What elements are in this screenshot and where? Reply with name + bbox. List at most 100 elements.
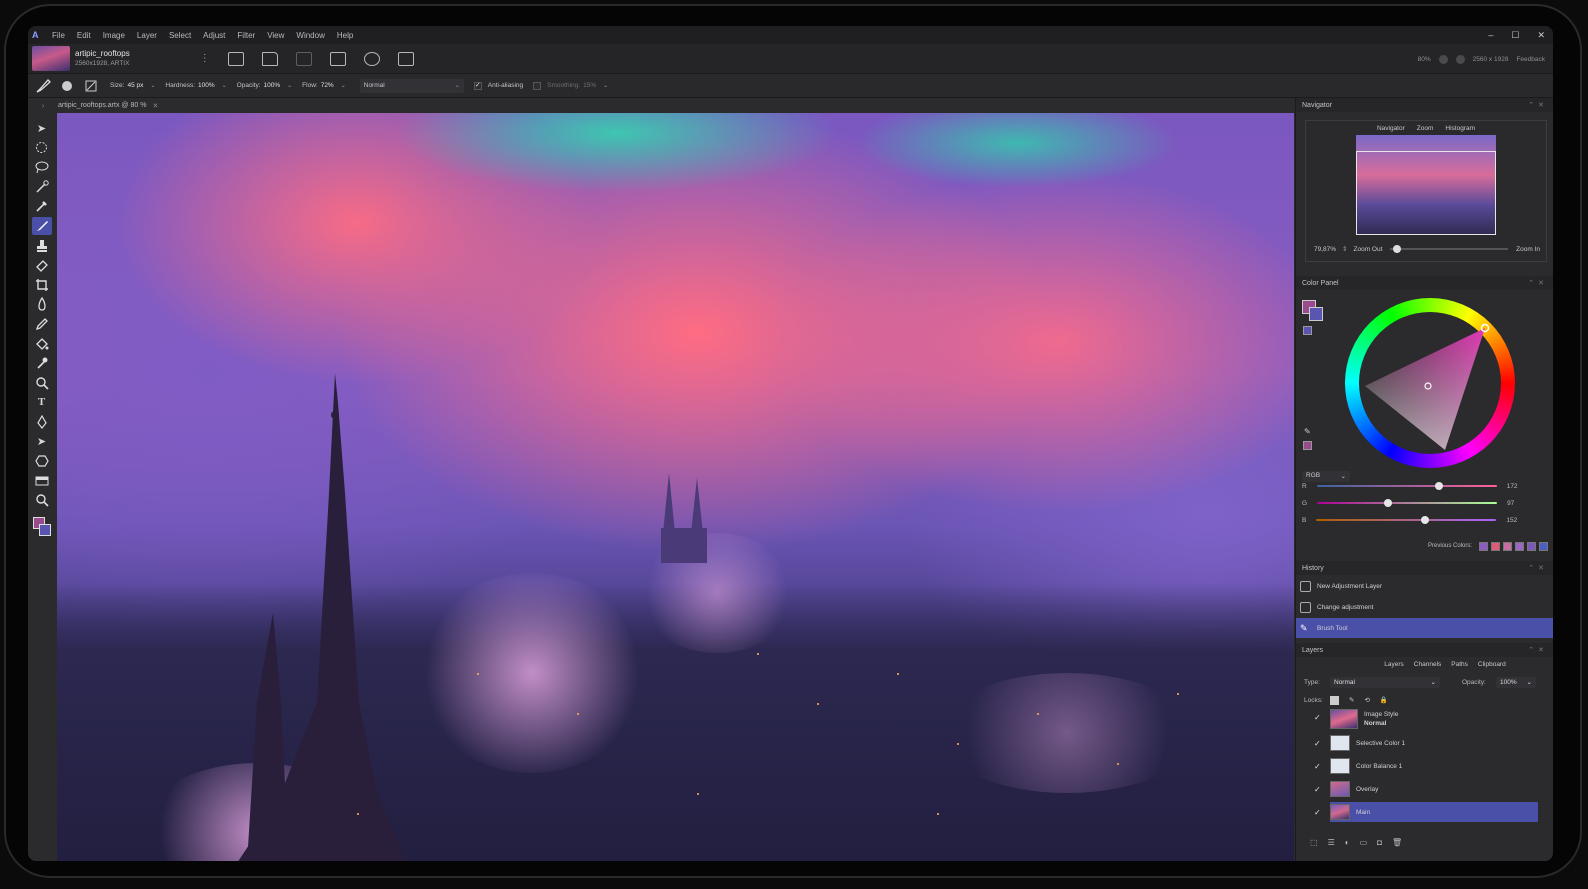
previous-color-swatch[interactable]: [1515, 541, 1524, 551]
smudge-icon[interactable]: [32, 354, 52, 372]
minimize-button[interactable]: –: [1488, 30, 1493, 40]
color-wheel[interactable]: [1345, 298, 1515, 468]
green-value[interactable]: 97: [1507, 500, 1539, 507]
color-triangle[interactable]: [1345, 298, 1515, 468]
blue-slider[interactable]: [1316, 516, 1497, 524]
pencil-icon[interactable]: [32, 315, 52, 333]
previous-color-swatch[interactable]: [1479, 541, 1488, 551]
brush-icon[interactable]: [31, 216, 52, 235]
chevron-down-icon[interactable]: ⌄: [341, 82, 346, 89]
stamp-icon[interactable]: [32, 237, 52, 255]
navigator-zoom-value[interactable]: 79,87%: [1314, 246, 1336, 253]
circle-mask-icon[interactable]: [363, 51, 380, 66]
layer-item[interactable]: Overlay: [1330, 779, 1538, 799]
window-icon[interactable]: [329, 51, 346, 66]
lock-all-icon[interactable]: 🔒: [1380, 696, 1388, 704]
previous-color-swatch[interactable]: [1503, 541, 1512, 551]
visibility-check-icon[interactable]: ✓: [1314, 739, 1321, 748]
crop-icon[interactable]: [32, 276, 52, 294]
marquee-tool-icon[interactable]: [32, 139, 52, 157]
previous-color-swatch[interactable]: [1491, 541, 1500, 551]
flow-option[interactable]: Flow: 72% ⌄: [302, 82, 346, 89]
menu-filter[interactable]: Filter: [231, 31, 261, 40]
text-tool-icon[interactable]: T: [32, 393, 52, 411]
visibility-check-icon[interactable]: ✓: [1314, 762, 1321, 771]
menu-image[interactable]: Image: [97, 31, 131, 40]
panel-controls-icon[interactable]: ⌃✕: [1528, 279, 1548, 287]
zoom-out-icon[interactable]: [1455, 54, 1465, 64]
folder-icon[interactable]: ▭: [1360, 838, 1368, 847]
menu-view[interactable]: View: [261, 31, 290, 40]
move-tool-icon[interactable]: ➤: [32, 119, 52, 137]
zoom-slider[interactable]: [1390, 245, 1509, 253]
size-option[interactable]: Size: 45 px ⌄: [110, 82, 155, 89]
layer-item[interactable]: Selective Color 1: [1330, 733, 1538, 753]
antialias-checkbox[interactable]: ✓: [473, 81, 482, 90]
panel-controls-icon[interactable]: ⌃✕: [1528, 646, 1548, 654]
chevron-down-icon[interactable]: ⌄: [287, 82, 292, 89]
menu-select[interactable]: Select: [163, 31, 197, 40]
red-value[interactable]: 172: [1507, 483, 1539, 490]
panel-controls-icon[interactable]: ⌃✕: [1528, 101, 1548, 109]
menu-edit[interactable]: Edit: [71, 31, 97, 40]
menu-layer[interactable]: Layer: [131, 31, 163, 40]
size-value[interactable]: 45 px: [127, 82, 143, 89]
zoom-in-icon[interactable]: [1438, 54, 1448, 64]
eyedropper-icon[interactable]: [32, 197, 52, 215]
feedback-link[interactable]: Feedback: [1516, 56, 1545, 63]
menu-window[interactable]: Window: [290, 31, 330, 40]
previous-color-swatch[interactable]: [1539, 541, 1548, 551]
chevron-down-icon[interactable]: ⌄: [150, 82, 155, 89]
lock-move-icon[interactable]: ⟲: [1364, 696, 1369, 704]
visibility-check-icon[interactable]: ✓: [1314, 713, 1321, 722]
export-icon[interactable]: [397, 51, 414, 66]
history-item[interactable]: New Adjustment Layer: [1296, 576, 1553, 596]
red-slider-knob[interactable]: [1435, 482, 1444, 490]
tab-histogram[interactable]: Histogram: [1445, 125, 1475, 132]
shape-tool-icon[interactable]: [32, 452, 52, 470]
eraser-icon[interactable]: [32, 256, 52, 274]
tab-channels[interactable]: Channels: [1414, 661, 1441, 668]
magnifier-icon[interactable]: [32, 491, 52, 509]
eyedropper-small-icon[interactable]: ✎: [1304, 427, 1311, 436]
chevron-down-icon[interactable]: ⌄: [222, 82, 227, 89]
pen-tool-icon[interactable]: [32, 413, 52, 431]
panel-controls-icon[interactable]: ⌃✕: [1528, 564, 1548, 572]
menu-help[interactable]: Help: [331, 31, 359, 40]
zoom-slider-knob[interactable]: [1392, 245, 1401, 253]
collapse-toolbox-icon[interactable]: ›: [28, 101, 58, 110]
layer-opacity-select[interactable]: 100% ⌄: [1496, 676, 1536, 688]
history-item[interactable]: Change adjustment: [1296, 597, 1553, 617]
smoothing-option[interactable]: Smoothing: 15% ⌄: [533, 81, 608, 90]
new-group-icon[interactable]: ⬚: [1310, 838, 1318, 847]
delete-layer-icon[interactable]: 🗑: [1392, 838, 1402, 847]
layer-type-select[interactable]: Normal ⌄: [1330, 676, 1440, 688]
fill-bucket-icon[interactable]: [32, 335, 52, 353]
history-item-selected[interactable]: ✎ Brush Tool: [1296, 618, 1553, 638]
lasso-tool-icon[interactable]: [32, 158, 52, 176]
tab-layers[interactable]: Layers: [1384, 661, 1404, 668]
flow-value[interactable]: 72%: [321, 82, 334, 89]
tab-paths[interactable]: Paths: [1451, 661, 1468, 668]
smoothing-checkbox[interactable]: [533, 81, 542, 90]
opacity-option[interactable]: Opacity: 100% ⌄: [237, 82, 293, 89]
chevron-down-icon[interactable]: ⌄: [603, 82, 608, 89]
lock-transparency-icon[interactable]: [1330, 695, 1339, 705]
new-document-icon[interactable]: [227, 51, 244, 66]
navigator-viewport-rect[interactable]: [1356, 151, 1496, 235]
mask-icon[interactable]: ◘: [1377, 838, 1382, 847]
menu-file[interactable]: File: [46, 31, 71, 40]
opacity-value[interactable]: 100%: [264, 82, 281, 89]
quick-select-icon[interactable]: [32, 178, 52, 196]
background-color-swatch[interactable]: [38, 523, 51, 536]
fg-bg-swatches[interactable]: [1302, 300, 1324, 322]
visibility-check-icon[interactable]: ✓: [1314, 785, 1321, 794]
tab-navigator[interactable]: Navigator: [1377, 125, 1405, 132]
close-button[interactable]: ✕: [1537, 30, 1545, 41]
brush-settings-icon[interactable]: [82, 78, 100, 94]
zoom-lens-icon[interactable]: [32, 374, 52, 392]
green-slider-knob[interactable]: [1384, 499, 1392, 507]
blend-mode-select[interactable]: Normal ⌄: [359, 78, 464, 93]
layer-style-icon[interactable]: ☰: [1328, 838, 1335, 847]
antialias-option[interactable]: ✓ Anti-aliasing: [473, 81, 523, 90]
